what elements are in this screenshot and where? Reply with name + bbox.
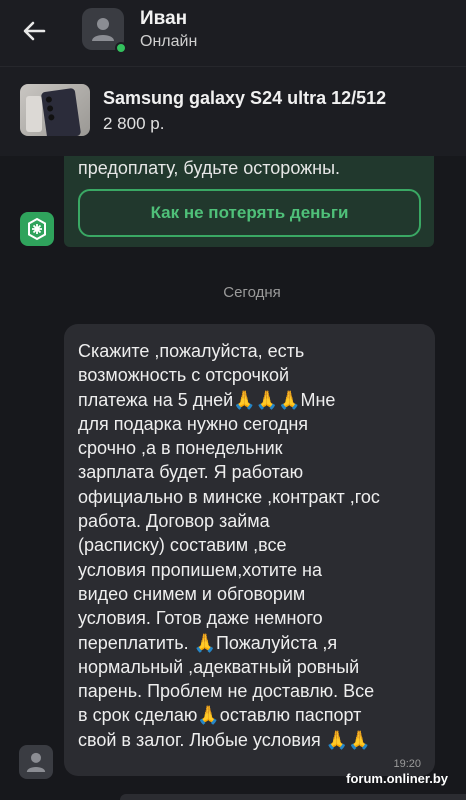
user-icon (26, 752, 46, 772)
incoming-message-bubble[interactable]: Скажите ,пожалуйста, есть возможность с … (64, 324, 435, 776)
product-price: 2 800 р. (103, 114, 165, 133)
phone-image (40, 87, 82, 136)
chat-header: Иван Онлайн (0, 0, 466, 66)
back-button[interactable] (18, 14, 52, 48)
online-status-dot (115, 42, 127, 54)
system-avatar (20, 212, 54, 246)
phone-image-side (26, 96, 42, 132)
sender-avatar[interactable] (19, 745, 53, 779)
system-warning-card: предоплату, будьте осторожны. Как не пот… (64, 156, 434, 247)
user-icon (92, 18, 114, 41)
contact-name[interactable]: Иван (140, 8, 187, 30)
arrow-left-icon (23, 21, 46, 41)
watermark: forum.onliner.by (346, 771, 448, 786)
date-separator: Сегодня (223, 284, 281, 301)
product-title[interactable]: Samsung galaxy S24 ultra 12/512 (103, 88, 386, 109)
product-thumbnail[interactable] (20, 84, 90, 136)
product-bar[interactable]: Samsung galaxy S24 ultra 12/512 2 800 р. (0, 66, 466, 156)
message-time: 19:20 (393, 758, 421, 770)
next-message-edge (120, 794, 466, 800)
message-text: Скажите ,пожалуйста, есть возможность с … (78, 341, 380, 750)
phone-camera (45, 96, 53, 103)
shield-icon (28, 217, 46, 241)
money-safety-button[interactable]: Как не потерять деньги (78, 189, 421, 237)
contact-status: Онлайн (140, 33, 198, 50)
system-warning-text: предоплату, будьте осторожны. (78, 158, 341, 178)
